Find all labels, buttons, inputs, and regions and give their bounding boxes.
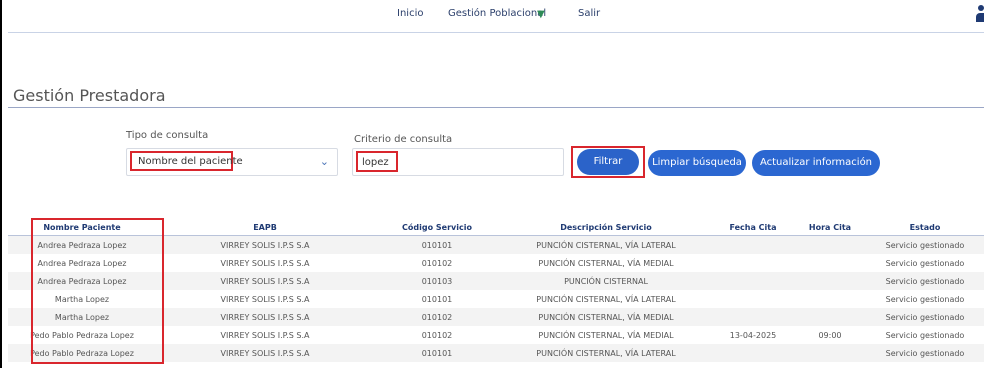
cell-eapb: VIRREY SOLIS I.P.S S.A [156,254,374,272]
tipo-consulta-value: Nombre del paciente [130,151,243,171]
cell-eapb: VIRREY SOLIS I.P.S S.A [156,344,374,362]
cell-nombre: Martha Lopez [8,308,156,326]
nav-salir-link[interactable]: Salir [578,8,600,19]
table-row[interactable]: Martha Lopez VIRREY SOLIS I.P.S S.A 0101… [8,290,984,308]
table-row[interactable]: Pedo Pablo Pedraza Lopez VIRREY SOLIS I.… [8,344,984,362]
cell-codigo: 010103 [374,272,500,290]
cell-estado: Servicio gestionado [866,344,984,362]
title-divider [8,107,984,108]
actualizar-informacion-button[interactable]: Actualizar información [752,150,880,176]
cell-nombre: Pedo Pablo Pedraza Lopez [8,344,156,362]
cell-fecha [712,272,794,290]
criterio-consulta-value: lopez [356,151,398,172]
cell-nombre: Pedo Pablo Pedraza Lopez [8,326,156,344]
cell-descripcion: PUNCIÓN CISTERNAL, VÍA LATERAL [500,344,712,362]
nav-inicio-link[interactable]: Inicio [397,8,423,19]
header-codigo-servicio[interactable]: Código Servicio [374,220,500,236]
cell-nombre: Andrea Pedraza Lopez [8,235,156,254]
table-header-row: Nombre Paciente EAPB Código Servicio Des… [8,220,984,236]
cell-estado: Servicio gestionado [866,254,984,272]
cell-hora [794,308,866,326]
window-edge [0,0,2,368]
cell-eapb: VIRREY SOLIS I.P.S S.A [156,272,374,290]
cell-descripcion: PUNCIÓN CISTERNAL [500,272,712,290]
cell-descripcion: PUNCIÓN CISTERNAL, VÍA MEDIAL [500,308,712,326]
chevron-down-icon[interactable]: ⌄ [320,155,329,168]
top-navbar: Inicio Gestión Poblacional ▼ Salir [8,0,984,33]
header-eapb[interactable]: EAPB [156,220,374,236]
cell-eapb: VIRREY SOLIS I.P.S S.A [156,290,374,308]
cell-hora [794,254,866,272]
table-row[interactable]: Pedo Pablo Pedraza Lopez VIRREY SOLIS I.… [8,326,984,344]
header-fecha-cita[interactable]: Fecha Cita [712,220,794,236]
cell-fecha [712,290,794,308]
filtrar-highlight: Filtrar [571,146,645,178]
table-row[interactable]: Andrea Pedraza Lopez VIRREY SOLIS I.P.S … [8,254,984,272]
cell-codigo: 010102 [374,326,500,344]
cell-codigo: 010101 [374,290,500,308]
header-estado[interactable]: Estado [866,220,984,236]
header-nombre-paciente[interactable]: Nombre Paciente [8,220,156,236]
cell-estado: Servicio gestionado [866,272,984,290]
cell-codigo: 010101 [374,235,500,254]
header-hora-cita[interactable]: Hora Cita [794,220,866,236]
tipo-consulta-select[interactable]: Nombre del paciente ⌄ [126,148,338,176]
criterio-consulta-label: Criterio de consulta [354,134,453,145]
cell-hora [794,235,866,254]
header-descripcion-servicio[interactable]: Descripción Servicio [500,220,712,236]
user-icon[interactable] [976,4,984,24]
cell-estado: Servicio gestionado [866,235,984,254]
cell-fecha [712,235,794,254]
table-row[interactable]: Andrea Pedraza Lopez VIRREY SOLIS I.P.S … [8,235,984,254]
page-title: Gestión Prestadora [13,86,166,105]
cell-estado: Servicio gestionado [866,326,984,344]
filtrar-button[interactable]: Filtrar [577,149,639,175]
nav-gestion-poblacional-link[interactable]: Gestión Poblacional [448,8,546,19]
cell-eapb: VIRREY SOLIS I.P.S S.A [156,326,374,344]
table-row[interactable]: Martha Lopez VIRREY SOLIS I.P.S S.A 0101… [8,308,984,326]
cell-fecha [712,308,794,326]
caret-down-icon[interactable]: ▼ [537,9,545,20]
cell-hora [794,344,866,362]
limpiar-busqueda-button[interactable]: Limpiar búsqueda [648,150,746,176]
cell-descripcion: PUNCIÓN CISTERNAL, VÍA MEDIAL [500,326,712,344]
cell-fecha [712,254,794,272]
table-row[interactable]: Andrea Pedraza Lopez VIRREY SOLIS I.P.S … [8,272,984,290]
cell-hora [794,290,866,308]
results-table: Nombre Paciente EAPB Código Servicio Des… [8,220,984,362]
cell-codigo: 010102 [374,254,500,272]
cell-fecha [712,344,794,362]
cell-fecha: 13-04-2025 [712,326,794,344]
cell-codigo: 010102 [374,308,500,326]
cell-estado: Servicio gestionado [866,290,984,308]
cell-hora: 09:00 [794,326,866,344]
cell-estado: Servicio gestionado [866,308,984,326]
cell-descripcion: PUNCIÓN CISTERNAL, VÍA LATERAL [500,235,712,254]
cell-descripcion: PUNCIÓN CISTERNAL, VÍA MEDIAL [500,254,712,272]
cell-nombre: Martha Lopez [8,290,156,308]
cell-codigo: 010101 [374,344,500,362]
tipo-consulta-label: Tipo de consulta [126,130,209,141]
cell-hora [794,272,866,290]
cell-eapb: VIRREY SOLIS I.P.S S.A [156,235,374,254]
cell-nombre: Andrea Pedraza Lopez [8,272,156,290]
cell-nombre: Andrea Pedraza Lopez [8,254,156,272]
criterio-consulta-input[interactable]: lopez [352,148,564,176]
cell-eapb: VIRREY SOLIS I.P.S S.A [156,308,374,326]
cell-descripcion: PUNCIÓN CISTERNAL, VÍA LATERAL [500,290,712,308]
